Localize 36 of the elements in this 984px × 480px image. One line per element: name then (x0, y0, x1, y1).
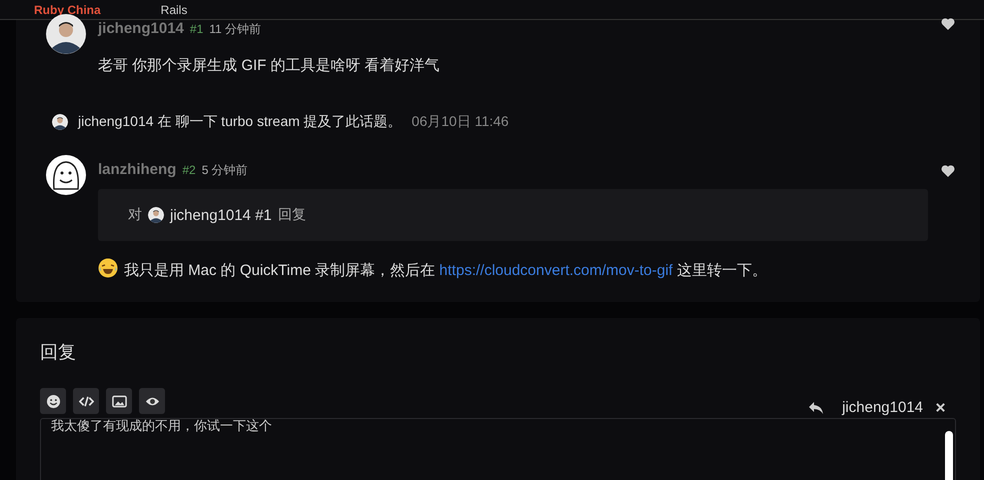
mention-text: jicheng1014 在 聊一下 turbo stream 提及了此话题。 (78, 113, 402, 131)
reply-time: 11 分钟前 (209, 21, 262, 38)
avatar-icon (46, 14, 86, 54)
author-name[interactable]: jicheng1014 (98, 20, 184, 37)
quote-user[interactable]: jicheng1014 #1 (170, 206, 272, 224)
reply-arrow-icon (808, 400, 824, 416)
mention-time: 06月10日 11:46 (412, 113, 509, 131)
code-icon (78, 394, 94, 408)
link[interactable]: https://cloudconvert.com/mov-to-gif (439, 262, 673, 279)
reply-time: 5 分钟前 (202, 162, 248, 179)
reply-to-user: jicheng1014 (842, 399, 923, 416)
avatar-icon (148, 207, 164, 223)
cartoon-avatar-icon (46, 155, 86, 195)
heart-icon[interactable] (940, 16, 956, 32)
topic-title: Rails (160, 2, 188, 16)
reply-input-field[interactable]: 我太傻了有现成的不用，你试一下这个 (40, 418, 956, 480)
close-icon[interactable] (935, 402, 946, 413)
scrollbar-thumb[interactable] (945, 431, 953, 480)
quote-suffix: 回复 (278, 206, 306, 224)
heart-icon[interactable] (940, 163, 956, 179)
brand-logo[interactable]: Ruby China (34, 2, 101, 16)
smiley-icon (46, 394, 60, 408)
floor-number: #1 (190, 22, 204, 36)
author-name[interactable]: lanzhiheng (98, 161, 176, 178)
reply-text: 老哥 你那个录屏生成 GIF 的工具是啥呀 看着好洋气 (98, 56, 441, 75)
preview-button[interactable] (139, 388, 165, 414)
reply-text: 我只是用 Mac 的 QuickTime 录制屏幕，然后在 https://cloudconvert.com/mov-to-gif 这里转一下。 (124, 261, 767, 280)
emoji-button[interactable] (40, 388, 66, 414)
avatar-icon (52, 114, 68, 130)
floor-number: #2 (182, 163, 196, 177)
image-icon (112, 394, 126, 408)
laughing-emoji-icon (98, 258, 118, 278)
image-button[interactable] (106, 388, 132, 414)
code-button[interactable] (73, 388, 99, 414)
form-title: 回复 (40, 341, 77, 364)
quote-prefix: 对 (128, 206, 142, 224)
